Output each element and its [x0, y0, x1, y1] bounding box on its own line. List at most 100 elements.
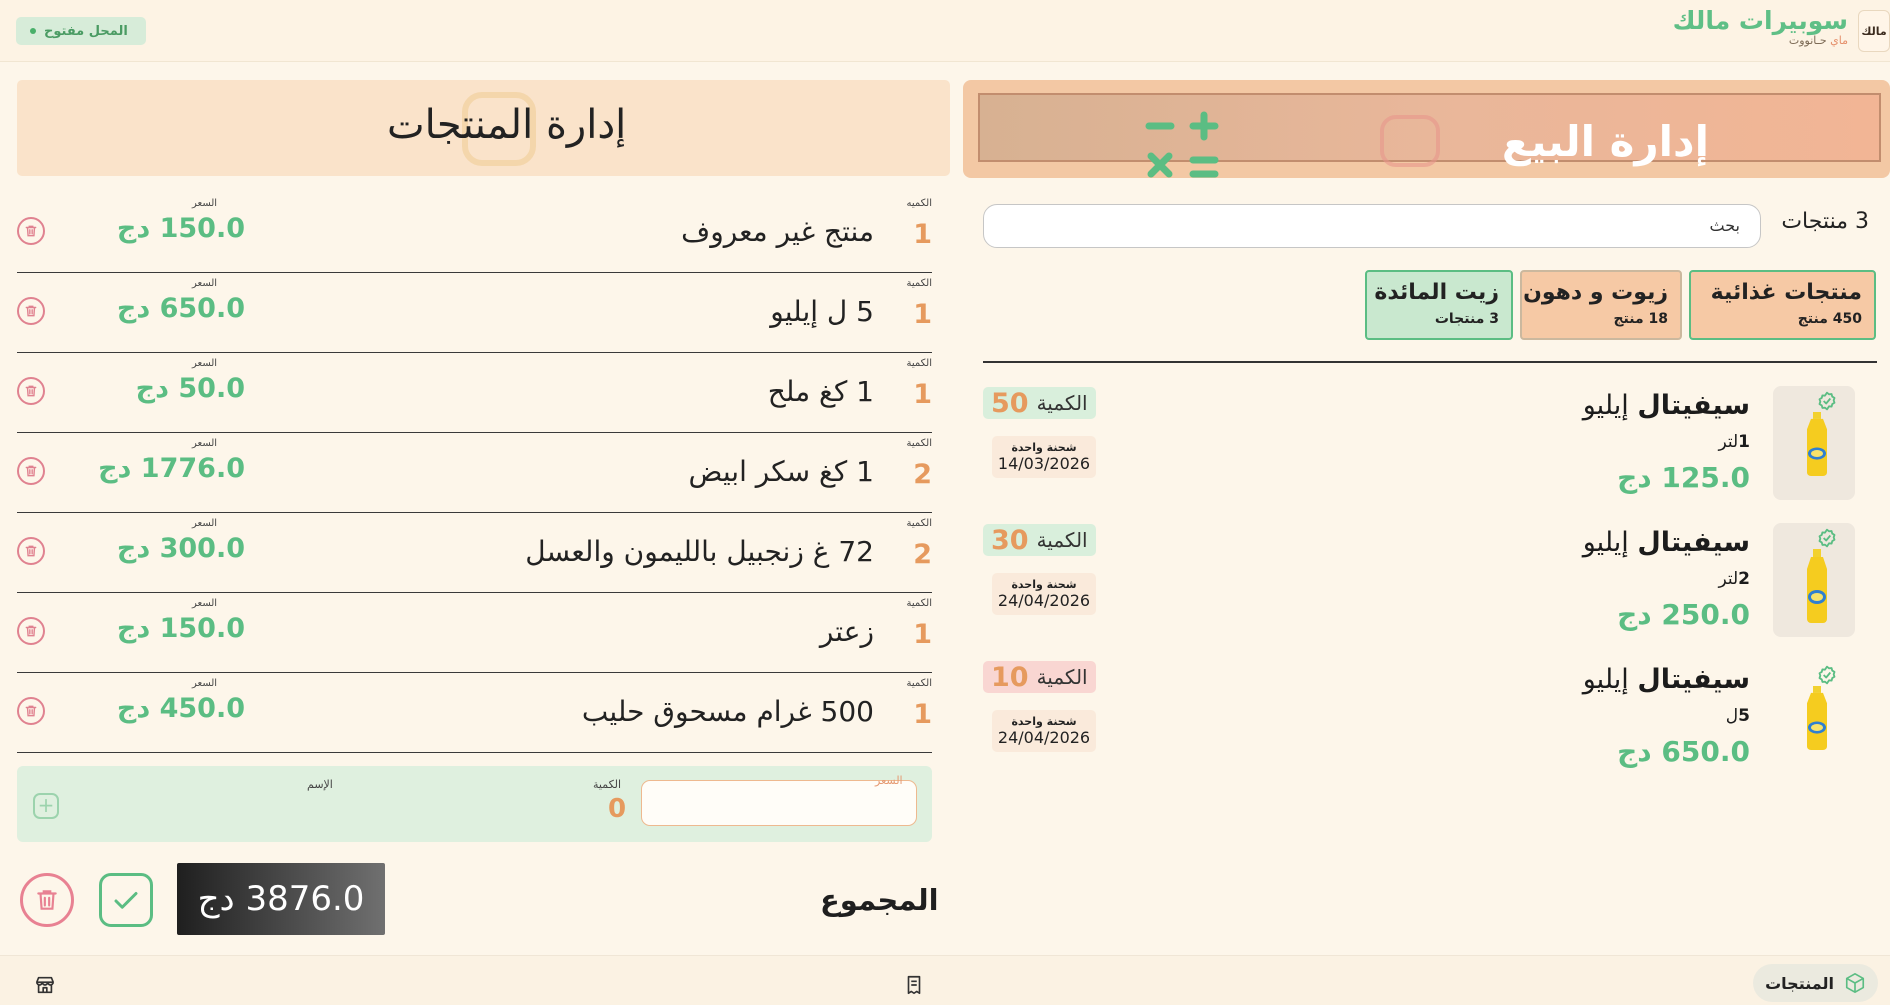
trash-icon: [25, 625, 37, 637]
shipment-date: 24/04/2026: [997, 728, 1091, 747]
brand-name: سوبيرات مالك: [1672, 6, 1848, 35]
add-qty-value[interactable]: 0: [608, 794, 626, 824]
row-qty[interactable]: 1: [913, 699, 932, 730]
product-brand: سيفيتال: [1637, 527, 1750, 558]
store-status-badge: المحل مفتوح: [16, 17, 146, 45]
product-model: إيليو: [1582, 390, 1629, 421]
price-label: السعر: [192, 278, 218, 289]
sales-management-title: إدارة البيع: [1501, 117, 1709, 166]
row-product-name: 1 كغ ملح: [767, 375, 874, 408]
stock-qty-label: الكمية: [1036, 391, 1088, 415]
delete-row-button[interactable]: [17, 537, 45, 565]
barcode-watermark-icon: [1380, 115, 1440, 167]
cart-row: السعر 650.0 دج 5 ل إيليو الكمية 1: [17, 273, 932, 353]
shipment-info: شحنة واحدة 14/03/2026: [992, 436, 1096, 478]
row-price: 450.0 دج: [116, 693, 245, 724]
category-food-products[interactable]: منتجات غذائية 450 منتج: [1689, 270, 1876, 340]
verified-icon: [1818, 528, 1836, 548]
receipt-nav-icon[interactable]: [903, 974, 925, 1000]
category-table-oil[interactable]: زيت المائدة 3 منتجات: [1365, 270, 1513, 340]
qty-label: الكمية: [906, 358, 932, 369]
row-product-name: منتج غير معروف: [681, 215, 874, 248]
stock-qty-badge: الكمية 50: [983, 387, 1096, 419]
product-price: 125.0 دج: [1617, 461, 1750, 494]
products-management-title: إدارة المنتجات: [387, 102, 627, 148]
verified-icon: [1818, 665, 1836, 685]
row-qty[interactable]: 1: [913, 299, 932, 330]
product-name: سيفيتال إيليو: [1583, 390, 1750, 421]
size-number: 2: [1738, 569, 1750, 589]
size-unit: لتر: [1718, 432, 1739, 452]
add-item-row: + الإسم الكمية 0 السعر: [17, 766, 932, 842]
bottom-nav: المنتجات: [0, 955, 1890, 1005]
shipment-info: شحنة واحدة 24/04/2026: [992, 573, 1096, 615]
search-input[interactable]: بحث: [983, 204, 1761, 248]
row-price: 150.0 دج: [116, 213, 245, 244]
product-card[interactable]: سيفيتال إيليو 5ل 650.0 دج الكمية 10 شحنة واحد…: [983, 660, 1877, 780]
row-price: 150.0 دج: [116, 613, 245, 644]
clear-cart-button[interactable]: [20, 873, 74, 927]
trash-icon: [25, 305, 37, 317]
stock-qty-label: الكمية: [1036, 665, 1088, 689]
products-nav-button[interactable]: المنتجات: [1753, 964, 1878, 1002]
top-bar: المحل مفتوح سوبيرات مالك ماي حـانووت مال…: [0, 0, 1890, 62]
product-brand: سيفيتال: [1637, 390, 1750, 421]
row-qty[interactable]: 1: [913, 619, 932, 650]
cart-row: السعر 300.0 دج 72 غ زنجبيل بالليمون والعسل…: [17, 513, 932, 593]
row-price: 50.0 دج: [135, 373, 245, 404]
delete-row-button[interactable]: [17, 297, 45, 325]
store-nav-icon[interactable]: [34, 974, 56, 1000]
category-oils-fats[interactable]: زيوت و دهون 18 منتج: [1520, 270, 1682, 340]
add-name-label: الإسم: [307, 778, 333, 791]
sales-header-inner: إدارة البيع: [978, 93, 1881, 178]
shipment-label: شحنة واحدة: [1011, 578, 1077, 591]
stock-qty-label: الكمية: [1036, 528, 1088, 552]
product-card[interactable]: سيفيتال إيليو 1لتر 125.0 دج الكمية 50 شحنة وا…: [983, 386, 1877, 506]
brand-logo-text: مالك: [1861, 24, 1887, 38]
total-label: المجموع: [820, 883, 939, 917]
row-qty[interactable]: 2: [913, 539, 932, 570]
cart-row: السعر 150.0 دج زعتر الكمية 1: [17, 593, 932, 673]
size-unit: ل: [1725, 706, 1739, 726]
row-qty[interactable]: 1: [913, 379, 932, 410]
shipment-date: 24/04/2026: [997, 591, 1091, 610]
trash-icon: [25, 225, 37, 237]
cart-row: السعر 450.0 دج 500 غرام مسحوق حليب الكمية 1: [17, 673, 932, 753]
status-dot-icon: [30, 28, 36, 34]
row-price: 1776.0 دج: [98, 453, 245, 484]
sales-management-header: إدارة البيع: [963, 80, 1890, 178]
qty-label: الكميه: [906, 198, 932, 209]
delete-row-button[interactable]: [17, 617, 45, 645]
oil-bottle-icon: [1807, 549, 1827, 623]
delete-row-button[interactable]: [17, 217, 45, 245]
delete-row-button[interactable]: [17, 377, 45, 405]
qty-label: الكمية: [906, 598, 932, 609]
brand-subtitle-text: حـانووت: [1788, 34, 1827, 47]
shipment-info: شحنة واحدة 24/04/2026: [992, 710, 1096, 752]
price-label: السعر: [192, 358, 218, 369]
stock-qty-badge: الكمية 10: [983, 661, 1096, 693]
qty-label: الكمية: [906, 438, 932, 449]
row-qty[interactable]: 1: [913, 219, 932, 250]
price-label: السعر: [192, 438, 218, 449]
size-number: 1: [1738, 432, 1750, 452]
category-title: زيت المائدة: [1374, 280, 1499, 305]
calculator-icon: [1145, 111, 1219, 178]
delete-row-button[interactable]: [17, 457, 45, 485]
confirm-sale-button[interactable]: [99, 873, 153, 927]
qty-label: الكمية: [906, 518, 932, 529]
row-product-name: زعتر: [819, 615, 874, 648]
product-size: 1لتر: [1718, 432, 1750, 452]
add-qty-label: الكمية: [593, 778, 622, 791]
product-brand: سيفيتال: [1637, 664, 1750, 695]
brand: سوبيرات مالك ماي حـانووت: [1673, 6, 1848, 47]
category-count: 18 منتج: [1613, 311, 1668, 327]
oil-bottle-icon: [1807, 412, 1827, 476]
row-qty[interactable]: 2: [913, 459, 932, 490]
cart-row: السعر 50.0 دج 1 كغ ملح الكمية 1: [17, 353, 932, 433]
add-item-button[interactable]: +: [33, 793, 59, 819]
row-product-name: 500 غرام مسحوق حليب: [581, 695, 874, 728]
delete-row-button[interactable]: [17, 697, 45, 725]
product-card[interactable]: سيفيتال إيليو 2لتر 250.0 دج الكمية 30 شحنة وا…: [983, 523, 1877, 643]
size-number: 5: [1738, 706, 1750, 726]
